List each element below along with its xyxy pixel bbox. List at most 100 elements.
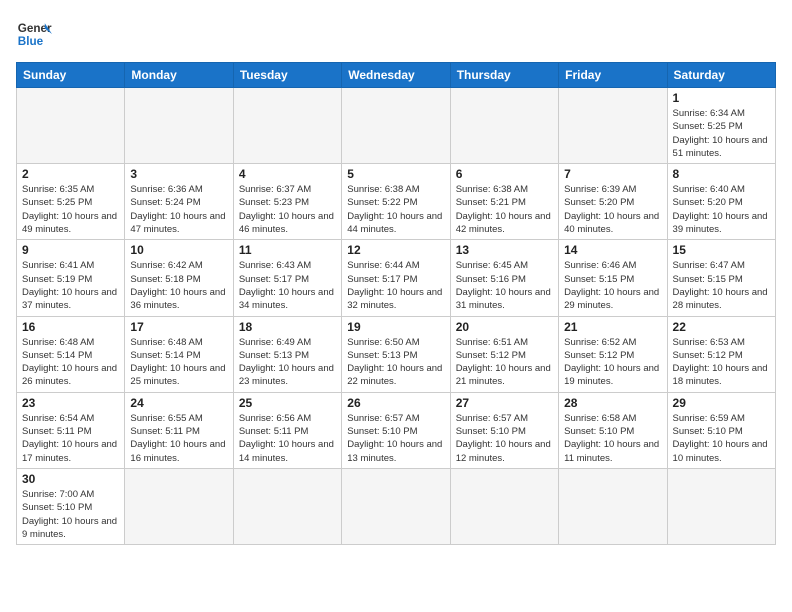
calendar-cell: 2Sunrise: 6:35 AM Sunset: 5:25 PM Daylig… [17,164,125,240]
day-info: Sunrise: 6:36 AM Sunset: 5:24 PM Dayligh… [130,183,227,236]
calendar-cell [233,88,341,164]
calendar: SundayMondayTuesdayWednesdayThursdayFrid… [16,62,776,545]
day-info: Sunrise: 6:50 AM Sunset: 5:13 PM Dayligh… [347,336,444,389]
day-info: Sunrise: 6:54 AM Sunset: 5:11 PM Dayligh… [22,412,119,465]
calendar-cell: 22 Sunrise: 6:53 AM Sunset: 5:12 PM Dayli… [667,316,775,392]
weekday-header-row: SundayMondayTuesdayWednesdayThursdayFrid… [17,63,776,88]
day-number: 27 [456,396,553,410]
calendar-cell [342,468,450,544]
weekday-header-wednesday: Wednesday [342,63,450,88]
day-info: Sunrise: 6:48 AM Sunset: 5:14 PM Dayligh… [22,336,119,389]
calendar-cell [667,468,775,544]
day-number: 16 [22,320,119,334]
calendar-cell: 18Sunrise: 6:49 AM Sunset: 5:13 PM Dayli… [233,316,341,392]
day-number: 20 [456,320,553,334]
week-row-3: 9 Sunrise: 6:41 AM Sunset: 5:19 PM Daylig… [17,240,776,316]
logo: General Blue [16,16,56,52]
calendar-cell: 7 Sunrise: 6:39 AM Sunset: 5:20 PM Daylig… [559,164,667,240]
day-number: 23 [22,396,119,410]
day-info: Sunrise: 6:37 AM Sunset: 5:23 PM Dayligh… [239,183,336,236]
day-number: 3 [130,167,227,181]
day-info: Sunrise: 6:48 AM Sunset: 5:14 PM Dayligh… [130,336,227,389]
weekday-header-monday: Monday [125,63,233,88]
calendar-cell: 9 Sunrise: 6:41 AM Sunset: 5:19 PM Daylig… [17,240,125,316]
day-info: Sunrise: 6:41 AM Sunset: 5:19 PM Dayligh… [22,259,119,312]
day-info: Sunrise: 6:39 AM Sunset: 5:20 PM Dayligh… [564,183,661,236]
day-number: 24 [130,396,227,410]
day-number: 7 [564,167,661,181]
day-info: Sunrise: 6:46 AM Sunset: 5:15 PM Dayligh… [564,259,661,312]
day-info: Sunrise: 6:44 AM Sunset: 5:17 PM Dayligh… [347,259,444,312]
calendar-cell [233,468,341,544]
calendar-cell: 28 Sunrise: 6:58 AM Sunset: 5:10 PM Dayli… [559,392,667,468]
day-number: 21 [564,320,661,334]
calendar-cell: 6 Sunrise: 6:38 AM Sunset: 5:21 PM Daylig… [450,164,558,240]
day-info: Sunrise: 6:42 AM Sunset: 5:18 PM Dayligh… [130,259,227,312]
logo-icon: General Blue [16,16,52,52]
calendar-cell [559,88,667,164]
day-info: Sunrise: 6:34 AM Sunset: 5:25 PM Dayligh… [673,107,770,160]
calendar-cell [559,468,667,544]
day-info: Sunrise: 6:45 AM Sunset: 5:16 PM Dayligh… [456,259,553,312]
page: General Blue SundayMondayTuesdayWednesda… [0,0,792,553]
calendar-cell [450,468,558,544]
calendar-cell: 1Sunrise: 6:34 AM Sunset: 5:25 PM Daylig… [667,88,775,164]
week-row-6: 30 Sunrise: 7:00 AM Sunset: 5:10 PM Dayli… [17,468,776,544]
day-info: Sunrise: 6:51 AM Sunset: 5:12 PM Dayligh… [456,336,553,389]
day-info: Sunrise: 6:59 AM Sunset: 5:10 PM Dayligh… [673,412,770,465]
week-row-4: 16 Sunrise: 6:48 AM Sunset: 5:14 PM Dayli… [17,316,776,392]
day-info: Sunrise: 6:38 AM Sunset: 5:21 PM Dayligh… [456,183,553,236]
calendar-cell: 26 Sunrise: 6:57 AM Sunset: 5:10 PM Dayli… [342,392,450,468]
calendar-cell: 13 Sunrise: 6:45 AM Sunset: 5:16 PM Dayli… [450,240,558,316]
day-number: 30 [22,472,119,486]
day-info: Sunrise: 6:53 AM Sunset: 5:12 PM Dayligh… [673,336,770,389]
day-info: Sunrise: 6:40 AM Sunset: 5:20 PM Dayligh… [673,183,770,236]
day-number: 6 [456,167,553,181]
day-number: 25 [239,396,336,410]
header: General Blue [16,16,776,52]
day-number: 13 [456,243,553,257]
calendar-cell: 14 Sunrise: 6:46 AM Sunset: 5:15 PM Dayli… [559,240,667,316]
day-number: 26 [347,396,444,410]
calendar-cell: 21 Sunrise: 6:52 AM Sunset: 5:12 PM Dayli… [559,316,667,392]
day-info: Sunrise: 6:55 AM Sunset: 5:11 PM Dayligh… [130,412,227,465]
day-number: 8 [673,167,770,181]
day-info: Sunrise: 6:38 AM Sunset: 5:22 PM Dayligh… [347,183,444,236]
day-number: 4 [239,167,336,181]
calendar-cell [125,468,233,544]
svg-text:Blue: Blue [18,35,44,48]
day-info: Sunrise: 7:00 AM Sunset: 5:10 PM Dayligh… [22,488,119,541]
week-row-1: 1Sunrise: 6:34 AM Sunset: 5:25 PM Daylig… [17,88,776,164]
weekday-header-tuesday: Tuesday [233,63,341,88]
day-info: Sunrise: 6:58 AM Sunset: 5:10 PM Dayligh… [564,412,661,465]
calendar-cell: 27 Sunrise: 6:57 AM Sunset: 5:10 PM Dayli… [450,392,558,468]
calendar-cell: 8 Sunrise: 6:40 AM Sunset: 5:20 PM Daylig… [667,164,775,240]
day-info: Sunrise: 6:52 AM Sunset: 5:12 PM Dayligh… [564,336,661,389]
day-info: Sunrise: 6:57 AM Sunset: 5:10 PM Dayligh… [456,412,553,465]
day-number: 28 [564,396,661,410]
day-number: 17 [130,320,227,334]
calendar-cell: 24 Sunrise: 6:55 AM Sunset: 5:11 PM Dayli… [125,392,233,468]
weekday-header-saturday: Saturday [667,63,775,88]
calendar-cell: 16 Sunrise: 6:48 AM Sunset: 5:14 PM Dayli… [17,316,125,392]
calendar-cell: 15 Sunrise: 6:47 AM Sunset: 5:15 PM Dayli… [667,240,775,316]
day-number: 14 [564,243,661,257]
day-number: 5 [347,167,444,181]
day-info: Sunrise: 6:57 AM Sunset: 5:10 PM Dayligh… [347,412,444,465]
day-info: Sunrise: 6:49 AM Sunset: 5:13 PM Dayligh… [239,336,336,389]
calendar-cell: 10Sunrise: 6:42 AM Sunset: 5:18 PM Dayli… [125,240,233,316]
day-number: 29 [673,396,770,410]
day-number: 22 [673,320,770,334]
day-number: 11 [239,243,336,257]
calendar-cell: 11Sunrise: 6:43 AM Sunset: 5:17 PM Dayli… [233,240,341,316]
day-number: 15 [673,243,770,257]
calendar-cell: 23 Sunrise: 6:54 AM Sunset: 5:11 PM Dayli… [17,392,125,468]
day-info: Sunrise: 6:47 AM Sunset: 5:15 PM Dayligh… [673,259,770,312]
day-info: Sunrise: 6:56 AM Sunset: 5:11 PM Dayligh… [239,412,336,465]
day-number: 9 [22,243,119,257]
calendar-cell: 17 Sunrise: 6:48 AM Sunset: 5:14 PM Dayli… [125,316,233,392]
calendar-cell [125,88,233,164]
week-row-2: 2Sunrise: 6:35 AM Sunset: 5:25 PM Daylig… [17,164,776,240]
calendar-cell: 4 Sunrise: 6:37 AM Sunset: 5:23 PM Daylig… [233,164,341,240]
calendar-cell: 3 Sunrise: 6:36 AM Sunset: 5:24 PM Daylig… [125,164,233,240]
